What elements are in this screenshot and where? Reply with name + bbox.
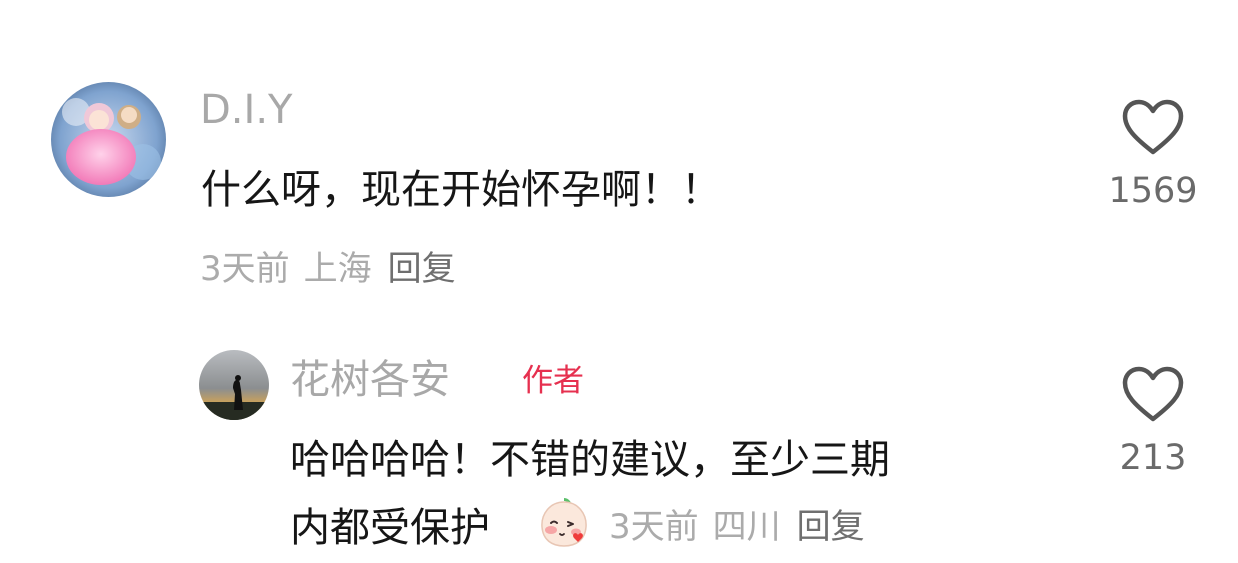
reply-text-line2: 内都受保护 xyxy=(290,505,490,551)
comment-location: 上海 xyxy=(303,249,372,289)
reply-reply-button[interactable]: 回复 xyxy=(797,507,865,547)
avatar-diy[interactable] xyxy=(51,82,166,197)
like-count: 1569 xyxy=(1108,171,1198,211)
reply-button[interactable]: 回复 xyxy=(388,249,456,289)
avatar-author[interactable] xyxy=(199,350,269,420)
reply-location: 四川 xyxy=(712,507,781,547)
reply-time: 3天前 xyxy=(609,507,699,547)
comment-username[interactable]: D.I.Y xyxy=(200,90,292,130)
comment-meta: 3天前 上海 回复 xyxy=(200,252,456,286)
author-badge: 作者 xyxy=(522,363,584,399)
reply-username[interactable]: 花树各安 xyxy=(290,360,450,400)
reply-like-button[interactable]: 213 xyxy=(1108,365,1198,476)
heart-outline-icon[interactable] xyxy=(1121,365,1185,423)
reply-text-line1: 哈哈哈哈！不错的建议，至少三期 xyxy=(290,437,890,483)
heart-outline-icon[interactable] xyxy=(1121,98,1185,156)
like-button[interactable]: 1569 xyxy=(1108,98,1198,209)
reply-meta: 3天前 四川 回复 xyxy=(609,510,865,544)
comment-text: 什么呀，现在开始怀孕啊！！ xyxy=(201,167,721,213)
comment-time: 3天前 xyxy=(200,249,290,289)
reply-like-count: 213 xyxy=(1119,438,1187,478)
blushing-peach-emoji xyxy=(536,494,592,550)
